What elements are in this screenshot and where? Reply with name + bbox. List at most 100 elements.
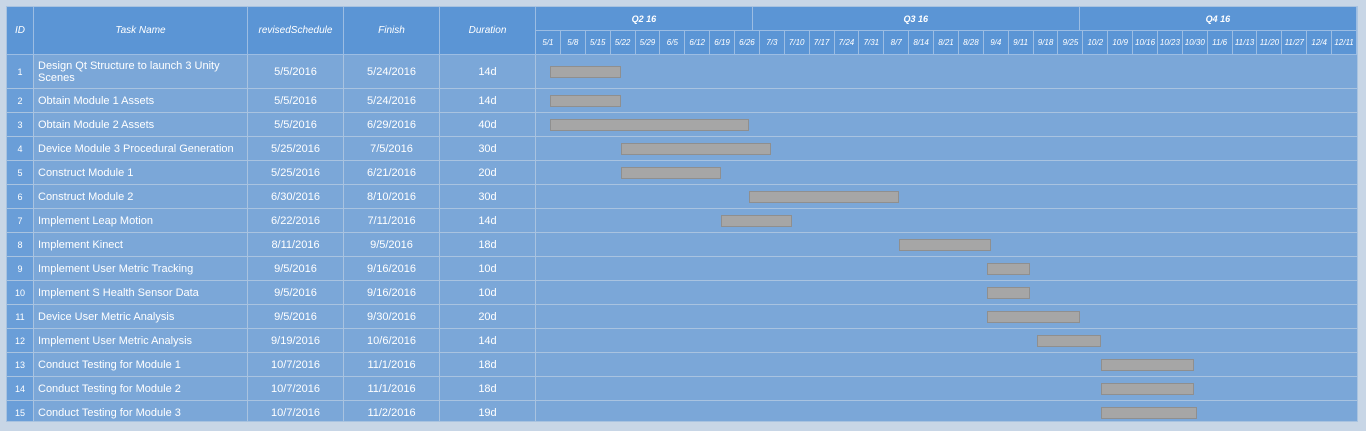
task-duration-cell[interactable]: 30d — [440, 185, 536, 209]
gantt-bar[interactable] — [720, 215, 792, 227]
task-finish-cell[interactable]: 9/16/2016 — [344, 257, 440, 281]
header-finish[interactable]: Finish — [344, 7, 440, 55]
quarter-label[interactable]: Q4 16 — [1079, 7, 1357, 31]
week-label[interactable]: 10/30 — [1182, 31, 1208, 55]
task-id-cell[interactable]: 8 — [7, 233, 34, 257]
gantt-bar[interactable] — [1037, 335, 1102, 347]
week-label[interactable]: 5/29 — [635, 31, 661, 55]
gantt-bar[interactable] — [987, 311, 1080, 323]
task-name-cell[interactable]: Implement Kinect — [34, 233, 248, 257]
task-duration-cell[interactable]: 20d — [440, 161, 536, 185]
task-duration-cell[interactable]: 40d — [440, 113, 536, 137]
task-duration-cell[interactable]: 10d — [440, 257, 536, 281]
task-name-cell[interactable]: Conduct Testing for Module 2 — [34, 377, 248, 401]
task-start-cell[interactable]: 6/30/2016 — [248, 185, 344, 209]
task-start-cell[interactable]: 9/19/2016 — [248, 329, 344, 353]
header-id[interactable]: ID — [7, 7, 34, 55]
task-duration-cell[interactable]: 14d — [440, 55, 536, 89]
gantt-bar[interactable] — [1101, 383, 1194, 395]
task-start-cell[interactable]: 10/7/2016 — [248, 377, 344, 401]
task-start-cell[interactable]: 9/5/2016 — [248, 281, 344, 305]
task-id-cell[interactable]: 7 — [7, 209, 34, 233]
task-duration-cell[interactable]: 30d — [440, 137, 536, 161]
gantt-bar[interactable] — [749, 191, 899, 203]
task-finish-cell[interactable]: 9/30/2016 — [344, 305, 440, 329]
task-finish-cell[interactable]: 5/24/2016 — [344, 55, 440, 89]
task-duration-cell[interactable]: 20d — [440, 305, 536, 329]
gantt-bar[interactable] — [550, 66, 622, 78]
task-start-cell[interactable]: 5/5/2016 — [248, 55, 344, 89]
task-finish-cell[interactable]: 7/5/2016 — [344, 137, 440, 161]
task-name-cell[interactable]: Implement S Health Sensor Data — [34, 281, 248, 305]
week-label[interactable]: 10/9 — [1108, 31, 1134, 55]
week-label[interactable]: 7/3 — [759, 31, 785, 55]
task-name-cell[interactable]: Implement User Metric Analysis — [34, 329, 248, 353]
task-duration-cell[interactable]: 14d — [440, 89, 536, 113]
week-label[interactable]: 11/6 — [1207, 31, 1233, 55]
week-label[interactable]: 7/31 — [859, 31, 885, 55]
task-id-cell[interactable]: 14 — [7, 377, 34, 401]
week-label[interactable]: 12/4 — [1307, 31, 1333, 55]
gantt-bar[interactable] — [987, 263, 1030, 275]
task-id-cell[interactable]: 10 — [7, 281, 34, 305]
gantt-bar[interactable] — [1101, 359, 1194, 371]
task-name-cell[interactable]: Construct Module 2 — [34, 185, 248, 209]
week-label[interactable]: 11/13 — [1232, 31, 1258, 55]
week-label[interactable]: 10/23 — [1157, 31, 1183, 55]
header-duration[interactable]: Duration — [440, 7, 536, 55]
task-finish-cell[interactable]: 5/24/2016 — [344, 89, 440, 113]
task-start-cell[interactable]: 9/5/2016 — [248, 305, 344, 329]
week-label[interactable]: 5/8 — [560, 31, 586, 55]
week-label[interactable]: 9/18 — [1033, 31, 1059, 55]
quarter-label[interactable]: Q3 16 — [752, 7, 1080, 31]
task-duration-cell[interactable]: 19d — [440, 401, 536, 421]
week-label[interactable]: 6/26 — [735, 31, 760, 55]
week-label[interactable]: 7/17 — [809, 31, 835, 55]
quarter-label[interactable]: Q2 16 — [536, 7, 753, 31]
task-finish-cell[interactable]: 11/2/2016 — [344, 401, 440, 421]
task-duration-cell[interactable]: 10d — [440, 281, 536, 305]
week-label[interactable]: 6/5 — [660, 31, 686, 55]
task-start-cell[interactable]: 5/5/2016 — [248, 89, 344, 113]
gantt-bar[interactable] — [987, 287, 1030, 299]
task-finish-cell[interactable]: 11/1/2016 — [344, 353, 440, 377]
week-label[interactable]: 8/7 — [884, 31, 910, 55]
gantt-bar[interactable] — [621, 143, 771, 155]
task-name-cell[interactable]: Obtain Module 1 Assets — [34, 89, 248, 113]
task-duration-cell[interactable]: 18d — [440, 377, 536, 401]
week-label[interactable]: 9/25 — [1058, 31, 1084, 55]
gantt-bar[interactable] — [621, 167, 721, 179]
task-name-cell[interactable]: Conduct Testing for Module 3 — [34, 401, 248, 421]
task-name-cell[interactable]: Device Module 3 Procedural Generation — [34, 137, 248, 161]
task-id-cell[interactable]: 6 — [7, 185, 34, 209]
task-id-cell[interactable]: 2 — [7, 89, 34, 113]
week-label[interactable]: 8/21 — [934, 31, 959, 55]
task-start-cell[interactable]: 8/11/2016 — [248, 233, 344, 257]
task-finish-cell[interactable]: 9/5/2016 — [344, 233, 440, 257]
task-id-cell[interactable]: 13 — [7, 353, 34, 377]
week-label[interactable]: 5/1 — [536, 31, 561, 55]
task-duration-cell[interactable]: 18d — [440, 353, 536, 377]
task-name-cell[interactable]: Conduct Testing for Module 1 — [34, 353, 248, 377]
task-start-cell[interactable]: 5/25/2016 — [248, 137, 344, 161]
header-start[interactable]: revisedSchedule — [248, 7, 344, 55]
week-label[interactable]: 5/22 — [610, 31, 636, 55]
gantt-bar[interactable] — [1101, 407, 1198, 419]
task-start-cell[interactable]: 10/7/2016 — [248, 401, 344, 421]
week-label[interactable]: 10/16 — [1133, 31, 1158, 55]
task-id-cell[interactable]: 12 — [7, 329, 34, 353]
task-name-cell[interactable]: Obtain Module 2 Assets — [34, 113, 248, 137]
week-label[interactable]: 11/20 — [1257, 31, 1283, 55]
task-id-cell[interactable]: 9 — [7, 257, 34, 281]
week-label[interactable]: 8/28 — [958, 31, 984, 55]
task-start-cell[interactable]: 6/22/2016 — [248, 209, 344, 233]
task-duration-cell[interactable]: 14d — [440, 209, 536, 233]
gantt-bar[interactable] — [550, 95, 622, 107]
task-start-cell[interactable]: 10/7/2016 — [248, 353, 344, 377]
task-name-cell[interactable]: Design Qt Structure to launch 3 Unity Sc… — [34, 55, 248, 89]
week-label[interactable]: 10/2 — [1083, 31, 1109, 55]
header-task-name[interactable]: Task Name — [34, 7, 248, 55]
week-label[interactable]: 9/11 — [1008, 31, 1034, 55]
week-label[interactable]: 12/11 — [1332, 31, 1357, 55]
task-duration-cell[interactable]: 14d — [440, 329, 536, 353]
